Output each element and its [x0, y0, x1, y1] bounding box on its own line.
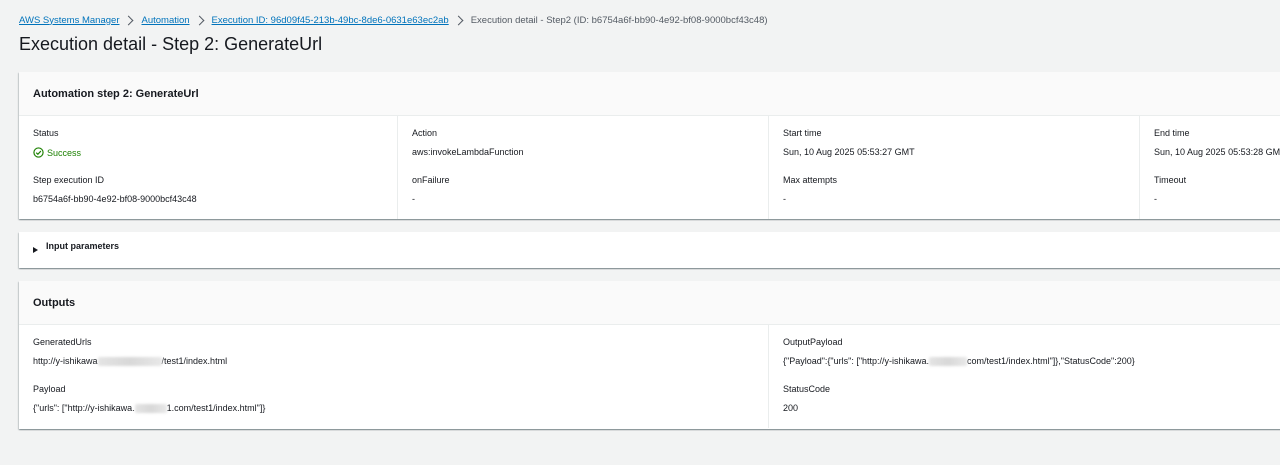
action-value: aws:invokeLambdaFunction [412, 147, 524, 157]
breadcrumb-systems-manager[interactable]: AWS Systems Manager [19, 15, 119, 26]
chevron-right-icon [453, 15, 464, 25]
step-panel-header: Automation step 2: GenerateUrl [19, 72, 1280, 116]
outputs-panel: Outputs GeneratedUrls http://y-ishikawa /… [19, 281, 1280, 429]
end-time-field: End time Sun, 10 Aug 2025 05:53:28 GMT [1154, 128, 1280, 157]
payload-prefix: {"urls": ["http://y-ishikawa. [33, 403, 135, 413]
input-parameters-expander[interactable]: Input parameters [19, 232, 1280, 259]
page-title: Execution detail - Step 2: GenerateUrl [19, 34, 323, 54]
timeout-label: Timeout [1154, 175, 1187, 185]
output-payload-label: OutputPayload [783, 337, 843, 347]
status-label: Status [33, 128, 59, 138]
generated-urls-suffix: /test1/index.html [161, 356, 228, 366]
payload-label: Payload [33, 384, 66, 394]
redacted-text [134, 404, 167, 414]
on-failure-field: onFailure - [412, 175, 450, 204]
output-payload-field: OutputPayload {"Payload":{"urls": ["http… [783, 337, 1135, 367]
start-time-field: Start time Sun, 10 Aug 2025 05:53:27 GMT [783, 128, 915, 157]
status-value: Success [33, 147, 81, 158]
output-payload-prefix: {"Payload":{"urls": ["http://y-ishikawa. [783, 356, 930, 366]
payload-value: {"urls": ["http://y-ishikawa. 1.com/test1… [33, 403, 266, 414]
step-details-grid: Status Success Step execution ID b6754a6… [19, 116, 1280, 219]
output-payload-suffix: com/test1/index.html"]},"StatusCode":200… [967, 356, 1135, 366]
details-column-3: Start time Sun, 10 Aug 2025 05:53:27 GMT… [768, 116, 1139, 219]
max-attempts-value: - [783, 194, 786, 204]
input-parameters-panel: Input parameters [19, 232, 1280, 268]
action-label: Action [412, 128, 438, 138]
outputs-grid: GeneratedUrls http://y-ishikawa/test1/in… [19, 325, 1280, 428]
breadcrumb: AWS Systems Manager Automation Execution… [19, 13, 768, 27]
status-code-label: StatusCode [783, 384, 831, 394]
generated-urls-field: GeneratedUrls http://y-ishikawa/test1/in… [33, 337, 228, 367]
timeout-field: Timeout - [1154, 175, 1186, 204]
step-execution-id-label: Step execution ID [33, 175, 105, 185]
details-column-1: Status Success Step execution ID b6754a6… [19, 116, 397, 219]
details-column-4: End time Sun, 10 Aug 2025 05:53:28 GMT T… [1139, 116, 1280, 219]
max-attempts-label: Max attempts [783, 175, 838, 185]
start-time-label: Start time [783, 128, 822, 138]
end-time-value: Sun, 10 Aug 2025 05:53:28 GMT [1154, 147, 1280, 157]
check-circle-icon [33, 147, 44, 158]
generated-urls-label: GeneratedUrls [33, 337, 92, 347]
on-failure-value: - [412, 194, 415, 204]
redacted-text [929, 357, 968, 367]
outputs-column-2: OutputPayload {"Payload":{"urls": ["http… [768, 325, 1280, 428]
generated-urls-value: http://y-ishikawa/test1/index.html [33, 356, 228, 367]
status-field: Status Success [33, 128, 81, 158]
action-field: Action aws:invokeLambdaFunction [412, 128, 524, 157]
on-failure-label: onFailure [412, 175, 450, 185]
status-code-field: StatusCode 200 [783, 384, 830, 413]
breadcrumb-current: Execution detail - Step2 (ID: b6754a6f-b… [470, 14, 768, 26]
breadcrumb-execution-id[interactable]: Execution ID: 96d09f45-213b-49bc-8de6-06… [212, 15, 449, 26]
input-parameters-label: Input parameters [46, 240, 120, 251]
details-column-2: Action aws:invokeLambdaFunction onFailur… [397, 116, 768, 219]
payload-field: Payload {"urls": ["http://y-ishikawa. 1.c… [33, 384, 266, 414]
step-panel-title: Automation step 2: GenerateUrl [33, 87, 199, 100]
timeout-value: - [1154, 194, 1157, 204]
chevron-right-icon [124, 15, 134, 25]
outputs-panel-header: Outputs [19, 281, 1280, 325]
payload-suffix: 1.com/test1/index.html"]} [166, 403, 266, 413]
chevron-right-icon [194, 15, 204, 25]
outputs-column-1: GeneratedUrls http://y-ishikawa/test1/in… [19, 325, 768, 428]
step-execution-id-field: Step execution ID b6754a6f-bb90-4e92-bf0… [33, 175, 197, 204]
status-text: Success [47, 147, 82, 158]
outputs-panel-title: Outputs [33, 296, 76, 309]
step-details-panel: Automation step 2: GenerateUrl Status Su… [19, 72, 1280, 219]
caret-right-icon [33, 246, 38, 253]
step-execution-id-value: b6754a6f-bb90-4e92-bf08-9000bcf43c48 [33, 194, 197, 204]
end-time-label: End time [1154, 128, 1190, 138]
start-time-value: Sun, 10 Aug 2025 05:53:27 GMT [783, 147, 915, 157]
output-payload-value: {"Payload":{"urls": ["http://y-ishikawa.… [783, 356, 1135, 367]
generated-urls-prefix: http://y-ishikawa [33, 356, 98, 366]
breadcrumb-automation[interactable]: Automation [141, 15, 189, 26]
redacted-text [97, 357, 162, 367]
status-code-value: 200 [783, 403, 799, 413]
max-attempts-field: Max attempts - [783, 175, 837, 204]
